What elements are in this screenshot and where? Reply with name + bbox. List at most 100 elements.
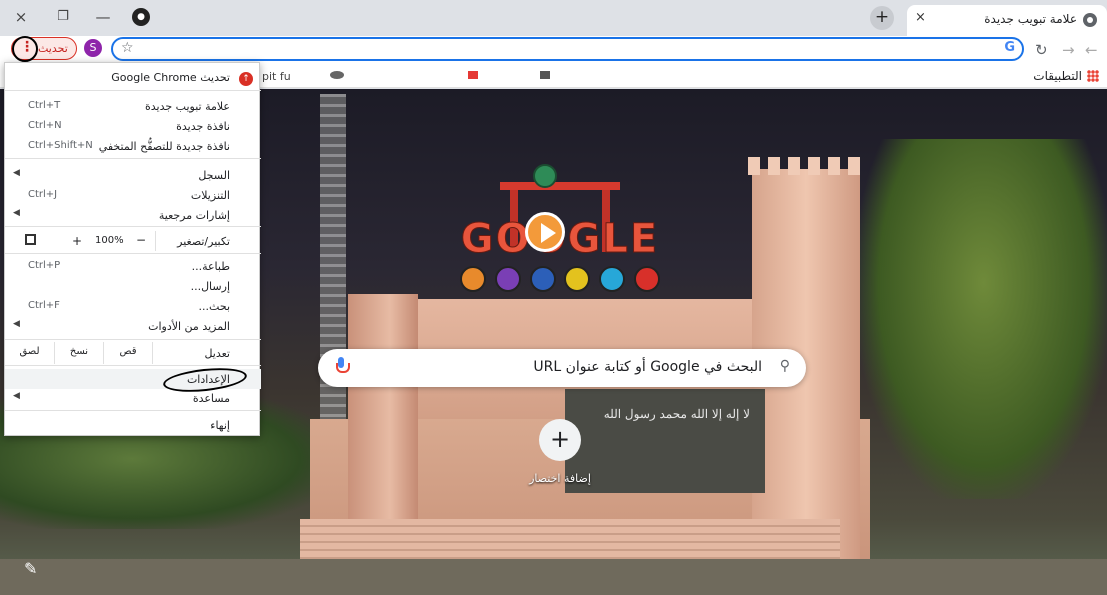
bookmark-item[interactable]: pit fu: [262, 70, 291, 83]
menu-divider: [5, 226, 261, 227]
menu-item-label: مساعدة: [192, 392, 230, 405]
menu-item-label: تحديث Google Chrome: [111, 71, 230, 84]
menu-divider: [5, 410, 261, 411]
window-minimize-icon[interactable]: —: [92, 6, 114, 28]
address-bar[interactable]: ☆ G: [111, 37, 1024, 61]
menu-item-label: إرسال...: [190, 280, 230, 293]
zoom-out-button[interactable]: −: [136, 233, 146, 247]
apps-grid-icon: [1087, 70, 1099, 82]
menu-item-incognito[interactable]: Ctrl+Shift+N نافذة جديدة للتصفُّح المتخف…: [5, 136, 261, 156]
bookmark-favicon-icon[interactable]: [540, 71, 550, 79]
background-trees: [860, 139, 1107, 499]
menu-item-help[interactable]: ◀ مساعدة: [5, 388, 261, 408]
microphone-icon[interactable]: [336, 357, 350, 375]
search-placeholder: البحث في Google أو كتابة عنوان URL: [533, 359, 762, 375]
tab-strip: × ❐ — ● + علامة تبويب جديدة ×: [0, 0, 1107, 36]
menu-item-new-tab[interactable]: Ctrl+T علامة تبويب جديدة: [5, 96, 261, 116]
background-tower-battlement: [748, 157, 864, 175]
doodle-orb-icon: [494, 266, 521, 292]
bookmark-favicon-icon[interactable]: [468, 71, 478, 79]
tab-new-tab[interactable]: علامة تبويب جديدة ×: [907, 5, 1107, 36]
update-icon: ↑: [239, 72, 253, 86]
menu-item-update-chrome[interactable]: ↑ تحديث Google Chrome: [5, 66, 261, 88]
doodle-orb-icon: [633, 266, 660, 292]
google-doodle[interactable]: GOOGLE: [455, 164, 665, 294]
menu-item-more-tools[interactable]: ◀ المزيد من الأدوات: [5, 316, 261, 336]
menu-item-exit[interactable]: إنهاء: [5, 415, 261, 435]
menu-item-label: التنزيلات: [190, 189, 230, 202]
menu-divider: [5, 339, 261, 340]
add-shortcut-button[interactable]: + إضافة اختصار: [520, 419, 600, 485]
menu-divider: [5, 90, 261, 91]
shortcut-key: Ctrl+F: [28, 300, 60, 311]
menu-divider: [5, 365, 261, 366]
cut-button[interactable]: قص: [103, 342, 152, 364]
tab-title: علامة تبويب جديدة: [984, 12, 1077, 26]
shortcut-key: Ctrl+P: [28, 260, 61, 271]
shortcut-key: Ctrl+J: [28, 189, 58, 200]
apps-shortcut[interactable]: التطبيقات: [1033, 69, 1099, 83]
apps-label: التطبيقات: [1033, 69, 1082, 83]
add-shortcut-label: إضافة اختصار: [529, 472, 591, 485]
menu-item-history[interactable]: ◀ السجل: [5, 165, 261, 185]
tab-close-icon[interactable]: ×: [915, 10, 926, 25]
doodle-orb-icon: [460, 266, 486, 292]
zoom-level: 100%: [95, 235, 124, 246]
google-icon: G: [1004, 40, 1015, 55]
chrome-menu: ↑ تحديث Google Chrome Ctrl+T علامة تبويب…: [4, 62, 261, 436]
menu-item-find[interactable]: Ctrl+F بحث...: [5, 296, 261, 316]
menu-item-label: بحث...: [198, 300, 230, 313]
customize-pencil-icon[interactable]: ✎: [24, 559, 37, 578]
zoom-in-button[interactable]: +: [72, 234, 82, 248]
menu-item-edit: لصق نسخ قص تعديل: [5, 342, 261, 364]
search-icon: ⚲: [779, 358, 790, 374]
tab-search-icon[interactable]: ●: [132, 8, 150, 26]
edit-divider: [152, 342, 153, 364]
search-box[interactable]: البحث في Google أو كتابة عنوان URL ⚲: [318, 349, 806, 387]
menu-item-label: المزيد من الأدوات: [148, 320, 230, 333]
copy-button[interactable]: نسخ: [54, 342, 103, 364]
forward-icon[interactable]: →: [1062, 41, 1075, 59]
menu-item-cast[interactable]: إرسال...: [5, 276, 261, 296]
menu-item-label: نافذة جديدة للتصفُّح المتخفي: [98, 140, 230, 153]
shortcut-key: Ctrl+T: [28, 100, 61, 111]
menu-divider: [5, 158, 261, 159]
menu-item-print[interactable]: Ctrl+P طباعة...: [5, 256, 261, 276]
doodle-orbs: [460, 266, 660, 292]
window-close-icon[interactable]: ×: [10, 6, 32, 28]
window-restore-icon[interactable]: ❐: [52, 6, 74, 28]
toolbar: ⋮ تحديث S ☆ G ↻ → ←: [0, 36, 1107, 64]
reload-icon[interactable]: ↻: [1035, 41, 1048, 59]
kebab-menu-icon[interactable]: ⋮: [20, 39, 34, 55]
plus-icon[interactable]: +: [539, 419, 581, 461]
menu-item-label: تعديل: [204, 347, 230, 360]
paste-button[interactable]: لصق: [5, 342, 54, 364]
menu-divider: [5, 253, 261, 254]
flag-inscription: لا إله إلا الله محمد رسول الله: [603, 407, 750, 421]
update-menu-button[interactable]: ⋮ تحديث: [11, 36, 77, 62]
menu-item-new-window[interactable]: Ctrl+N نافذة جديدة: [5, 116, 261, 136]
bookmark-favicon-icon[interactable]: [330, 71, 344, 79]
menu-item-label: إشارات مرجعية: [158, 209, 230, 222]
menu-item-downloads[interactable]: Ctrl+J التنزيلات: [5, 185, 261, 205]
menu-item-label: نافذة جديدة: [176, 120, 230, 133]
doodle-orb-icon: [533, 164, 557, 188]
background-ground: [0, 559, 1107, 595]
update-label: تحديث: [38, 42, 68, 55]
menu-item-label: إنهاء: [210, 419, 230, 432]
shortcut-key: Ctrl+N: [28, 120, 62, 131]
doodle-orb-icon: [529, 266, 556, 292]
profile-avatar[interactable]: S: [84, 39, 102, 57]
back-icon[interactable]: ←: [1085, 41, 1098, 59]
submenu-arrow-icon: ◀: [13, 391, 20, 401]
menu-item-bookmarks[interactable]: ◀ إشارات مرجعية: [5, 205, 261, 225]
bookmark-star-icon[interactable]: ☆: [121, 40, 134, 56]
fullscreen-icon[interactable]: [25, 234, 36, 245]
new-tab-button[interactable]: +: [870, 6, 894, 30]
menu-item-label: السجل: [198, 169, 230, 182]
doodle-orb-icon: [599, 266, 626, 292]
menu-item-label: علامة تبويب جديدة: [144, 100, 230, 113]
play-icon[interactable]: [525, 212, 565, 252]
zoom-divider: [155, 231, 156, 251]
chrome-favicon-icon: [1083, 13, 1097, 27]
